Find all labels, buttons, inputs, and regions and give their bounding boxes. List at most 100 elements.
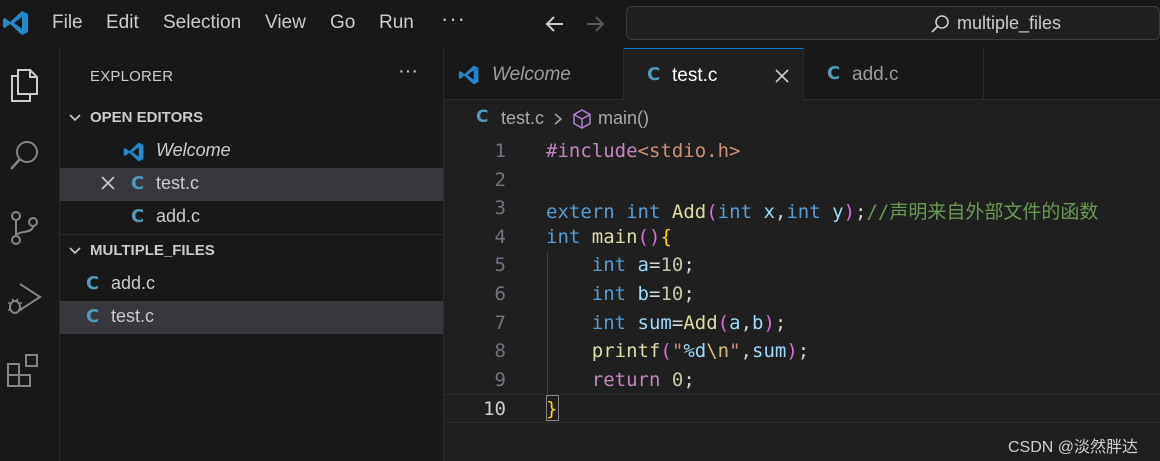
code-token: Add	[683, 311, 718, 334]
code-token: int	[717, 201, 752, 224]
menu-file[interactable]: File	[52, 12, 83, 34]
tab-label: add.c	[852, 64, 899, 85]
code-line[interactable]: 5 int a=10;	[444, 251, 1160, 280]
menu-run[interactable]: Run	[379, 12, 414, 34]
line-number: 9	[494, 368, 506, 391]
source-control-icon[interactable]	[6, 208, 42, 246]
code-token: int	[591, 283, 627, 305]
line-number: 8	[494, 340, 506, 363]
command-center[interactable]: multiple_files	[626, 6, 1160, 40]
back-arrow-icon[interactable]	[543, 12, 567, 36]
extensions-icon[interactable]	[6, 352, 42, 390]
code-token: {	[660, 225, 672, 248]
code-line[interactable]: 2	[444, 166, 1160, 195]
code-line[interactable]: 8 printf("%d\n",sum);	[444, 337, 1160, 366]
code-token: int	[546, 225, 581, 248]
tab-label: Welcome	[492, 64, 571, 85]
code-line[interactable]: 4 int main(){	[444, 223, 1160, 252]
code-token: =	[649, 254, 661, 277]
code-token: a	[637, 254, 649, 277]
code-text: extern int Add(int x,int y);//声明来自外部文件的函…	[546, 197, 1098, 224]
code-line[interactable]: 7 int sum=Add(a,b);	[444, 309, 1160, 338]
line-number: 1	[494, 140, 506, 162]
file-item-add-c[interactable]: C add.c	[60, 268, 443, 301]
line-number: 7	[494, 311, 506, 334]
code-token: //声明来自外部文件的函数	[866, 201, 1099, 224]
folder-header[interactable]: MULTIPLE_FILES	[60, 235, 443, 268]
open-editor-label: test.c	[156, 173, 200, 193]
code-token: )	[763, 311, 775, 334]
code-line[interactable]: 1 #include<stdio.h>	[444, 137, 1160, 166]
code-token: ;	[683, 368, 695, 391]
code-token: 10	[660, 254, 684, 277]
folder-label: MULTIPLE_FILES	[90, 242, 215, 259]
code-line[interactable]: 3 extern int Add(int x,int y);//声明来自外部文件的…	[444, 194, 1160, 223]
menu-more-button[interactable]: ···	[441, 6, 466, 32]
open-editor-label: add.c	[156, 206, 201, 226]
explorer-icon[interactable]	[6, 66, 42, 104]
code-token: int	[591, 311, 627, 334]
tab-add-c[interactable]: C add.c	[804, 48, 984, 100]
code-token: )	[843, 201, 856, 224]
breadcrumb-file[interactable]: test.c	[501, 108, 544, 129]
code-text: int b=10;	[546, 283, 695, 305]
menu-selection[interactable]: Selection	[163, 12, 241, 34]
file-item-test-c[interactable]: C test.c	[60, 301, 443, 334]
tab-welcome[interactable]: Welcome	[444, 48, 624, 100]
forward-arrow-icon[interactable]	[583, 12, 607, 36]
vscode-logo-icon	[123, 142, 144, 162]
code-token: x	[763, 201, 775, 224]
open-editor-item-test-c[interactable]: C test.c	[60, 168, 443, 201]
code-token: int	[786, 201, 821, 224]
code-editor[interactable]: 1 #include<stdio.h> 2 3 extern int Add(int x…	[444, 137, 1160, 461]
code-token: ;	[683, 283, 695, 305]
code-token: <stdio.h>	[637, 140, 741, 162]
code-token: (	[660, 340, 672, 363]
code-token: sum	[637, 311, 672, 334]
code-token: printf	[591, 340, 661, 363]
code-token: }	[546, 398, 558, 421]
open-editor-item-add-c[interactable]: C add.c	[60, 201, 443, 234]
menu-view[interactable]: View	[265, 12, 306, 34]
code-line[interactable]: 6 int b=10;	[444, 280, 1160, 309]
search-icon[interactable]	[6, 137, 42, 175]
code-token: )	[786, 340, 798, 363]
code-token: 0	[671, 368, 684, 391]
open-editors-label: OPEN EDITORS	[90, 109, 204, 126]
code-token: 10	[660, 283, 684, 305]
line-number: 2	[494, 168, 506, 191]
breadcrumb-symbol[interactable]: main()	[598, 108, 649, 129]
line-number: 10	[483, 398, 506, 421]
code-token: #include	[546, 140, 638, 162]
code-token: \n	[706, 340, 730, 363]
menu-edit[interactable]: Edit	[106, 12, 139, 34]
tab-test-c[interactable]: C test.c	[624, 48, 804, 101]
code-token: b	[752, 311, 764, 334]
code-token: "	[671, 340, 684, 363]
open-editors-header[interactable]: OPEN EDITORS	[60, 102, 443, 135]
title-bar: File Edit Selection View Go Run ··· mult…	[0, 0, 1160, 48]
c-file-icon: C	[131, 173, 145, 194]
close-icon[interactable]	[99, 174, 117, 192]
run-debug-icon[interactable]	[6, 278, 42, 316]
c-file-icon: C	[647, 64, 661, 85]
sidebar-more-button[interactable]: ···	[398, 60, 418, 83]
code-text: #include<stdio.h>	[546, 140, 740, 162]
vscode-logo-icon	[3, 11, 28, 35]
code-line[interactable]: 10}	[444, 394, 1160, 423]
close-icon[interactable]	[774, 68, 790, 84]
open-editor-item-welcome[interactable]: Welcome	[60, 135, 443, 168]
menu-go[interactable]: Go	[330, 12, 355, 34]
code-text: return 0;	[546, 369, 695, 391]
code-token: ;	[797, 340, 810, 363]
watermark: CSDN @淡然胖达	[1008, 439, 1139, 456]
code-line[interactable]: 9 return 0;	[444, 366, 1160, 395]
